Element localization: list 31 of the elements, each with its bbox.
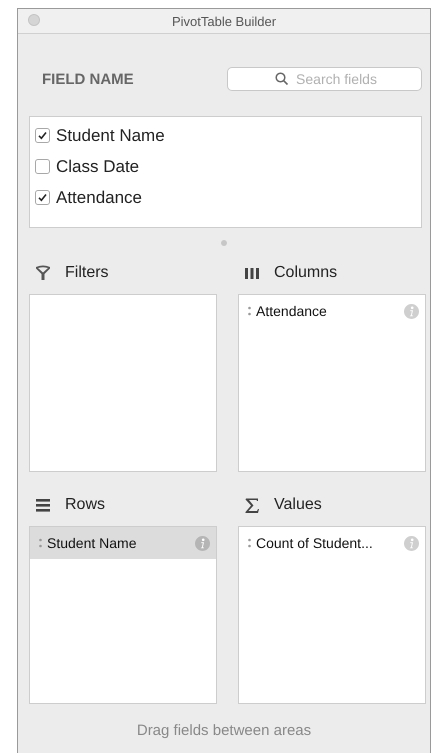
search-icon: [275, 72, 289, 86]
filter-icon: [35, 264, 51, 282]
info-icon[interactable]: [195, 536, 210, 550]
area-title: Rows: [65, 496, 106, 514]
field-label[interactable]: Class Date: [56, 156, 140, 176]
area-field[interactable]: Attendance: [239, 295, 425, 327]
area-title: Columns: [274, 264, 338, 282]
drag-handle-icon[interactable]: [39, 538, 42, 548]
area-title: Filters: [65, 264, 109, 282]
field-label[interactable]: Attendance: [56, 188, 142, 208]
checkmark-icon: [37, 130, 48, 141]
search-field[interactable]: Search fields: [227, 67, 422, 91]
window-title: PivotTable Builder: [172, 14, 276, 28]
splitter-handle[interactable]: [221, 240, 227, 246]
info-icon[interactable]: [404, 536, 419, 550]
drag-handle-icon[interactable]: [248, 538, 251, 548]
status-text: Drag fields between areas: [136, 722, 312, 739]
field-name-heading: FIELD NAME: [42, 70, 134, 88]
rows-icon: [35, 496, 51, 514]
checkbox[interactable]: [35, 190, 50, 205]
checkbox[interactable]: [35, 128, 50, 143]
field-label[interactable]: Student Name: [56, 126, 165, 146]
area-title: Values: [274, 496, 322, 514]
area-field[interactable]: Count of Student...: [239, 527, 425, 559]
area-field[interactable]: Student Name: [30, 527, 216, 559]
sigma-icon: [244, 496, 260, 514]
checkmark-icon: [37, 192, 48, 203]
checkbox[interactable]: [35, 159, 50, 174]
drag-handle-icon[interactable]: [248, 306, 251, 316]
info-icon[interactable]: [404, 304, 419, 318]
window-button[interactable]: [28, 14, 40, 26]
